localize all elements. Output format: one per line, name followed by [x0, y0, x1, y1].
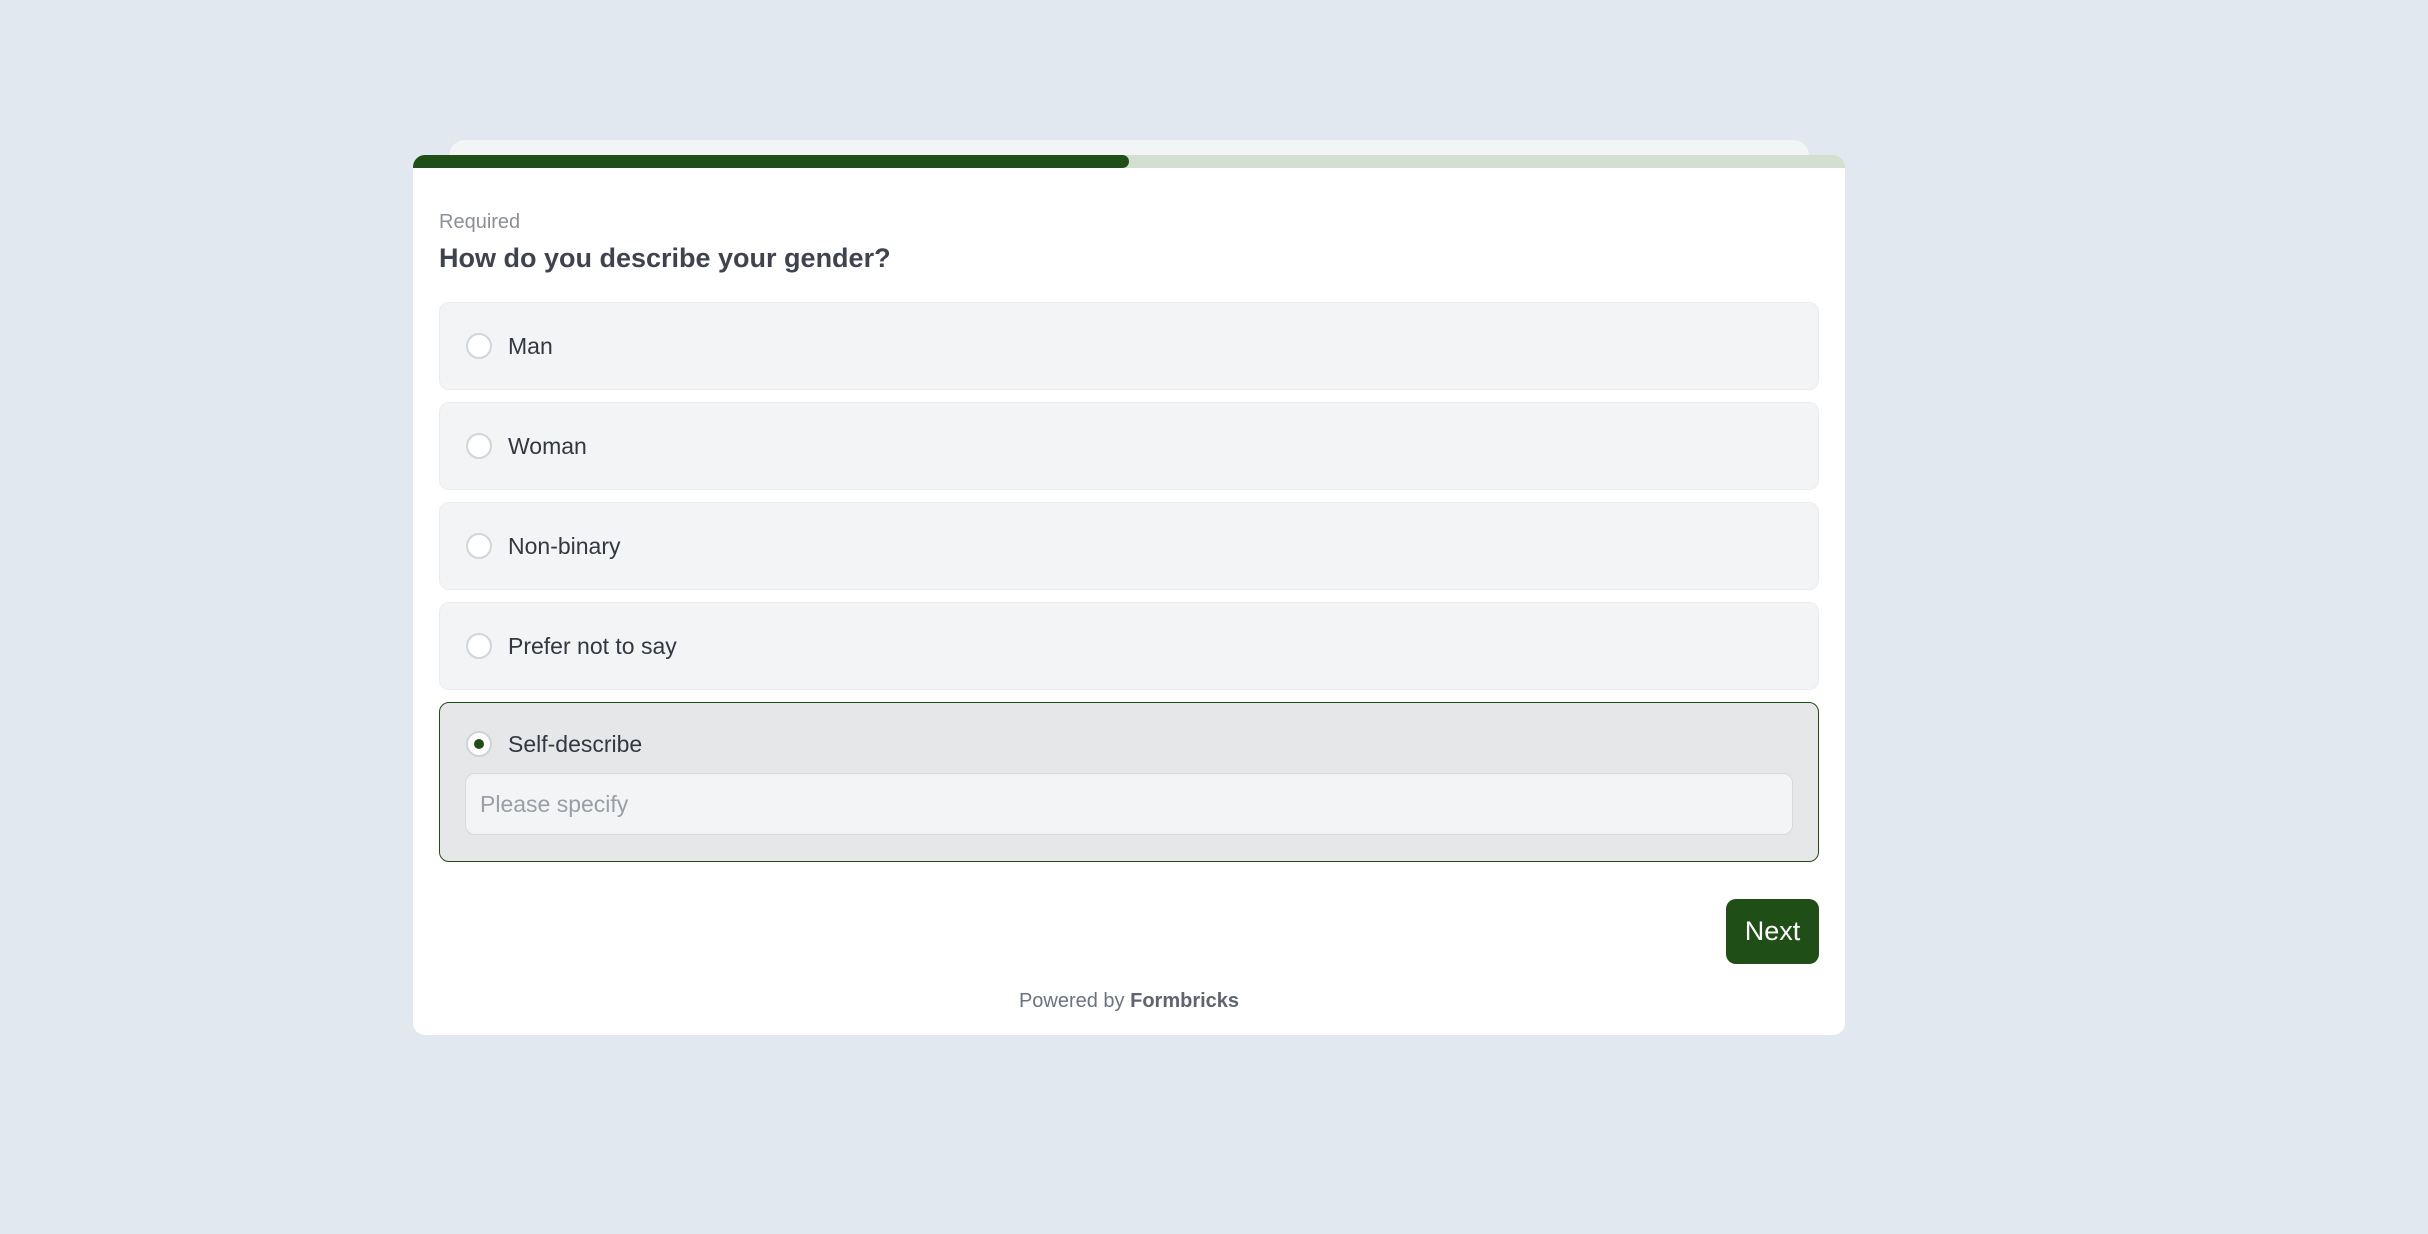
radio-button[interactable]	[466, 533, 492, 559]
option-label: Self-describe	[508, 731, 643, 757]
option-label: Prefer not to say	[508, 633, 677, 659]
next-button[interactable]: Next	[1726, 899, 1819, 964]
option-label: Man	[508, 333, 553, 359]
option-man[interactable]: Man	[439, 302, 1819, 390]
radio-button-selected[interactable]	[466, 731, 492, 757]
self-describe-input[interactable]	[465, 773, 1793, 835]
powered-by-text: Powered by	[1018, 990, 1125, 1012]
radio-button[interactable]	[466, 633, 492, 659]
formbricks-link[interactable]: Formbricks	[1130, 990, 1239, 1012]
option-label: Non-binary	[508, 533, 621, 559]
radio-button[interactable]	[466, 433, 492, 459]
progress-bar-fill	[413, 155, 1129, 168]
option-non-binary[interactable]: Non-binary	[439, 502, 1819, 590]
question-title: How do you describe your gender?	[439, 243, 891, 273]
survey-card: Required How do you describe your gender…	[413, 155, 1845, 1035]
progress-bar	[413, 155, 1845, 168]
option-woman[interactable]: Woman	[439, 402, 1819, 490]
options-list: Man Woman Non-binary Prefer not to say S…	[439, 302, 1819, 874]
powered-by-footer: Powered by Formbricks	[413, 990, 1845, 1013]
option-label: Woman	[508, 433, 587, 459]
option-self-describe[interactable]: Self-describe	[439, 702, 1819, 862]
radio-button[interactable]	[466, 333, 492, 359]
radio-selected-dot	[474, 739, 484, 749]
option-prefer-not-to-say[interactable]: Prefer not to say	[439, 602, 1819, 690]
required-label: Required	[439, 211, 521, 233]
